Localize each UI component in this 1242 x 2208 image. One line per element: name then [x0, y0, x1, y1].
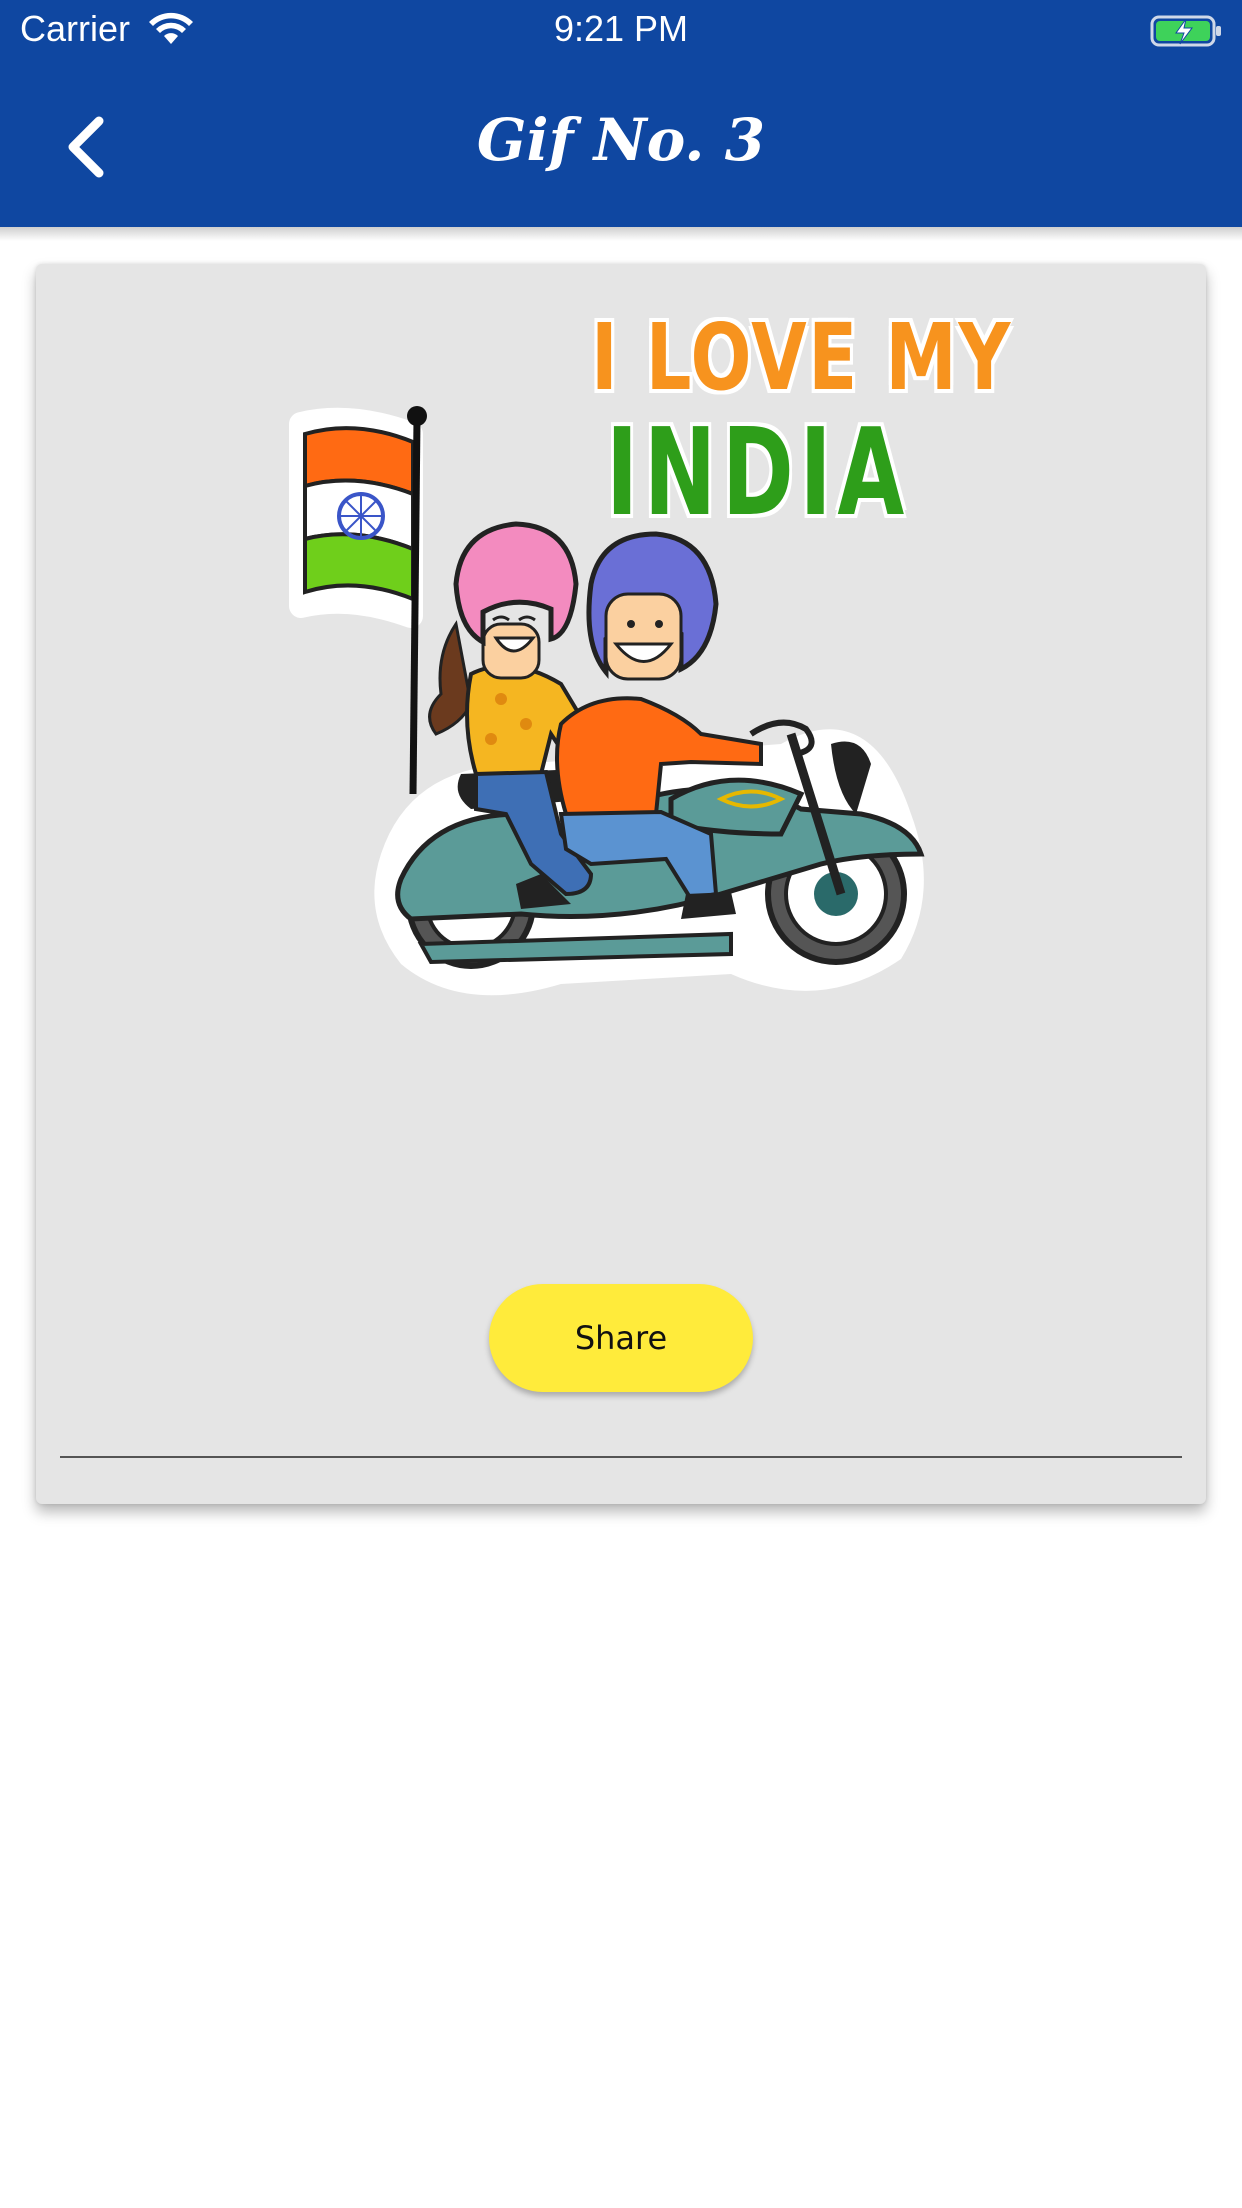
- navigation-row: Gif No. 3: [0, 92, 1242, 202]
- app-bar: Carrier 9:21 PM Gif No. 3: [0, 0, 1242, 227]
- battery-charging-icon: [1150, 15, 1221, 47]
- status-bar: Carrier 9:21 PM: [0, 0, 1242, 62]
- page-title: Gif No. 3: [476, 106, 766, 174]
- card-divider: [60, 1456, 1182, 1458]
- app-bar-shadow: [0, 227, 1242, 241]
- status-time: 9:21 PM: [553, 8, 689, 49]
- flag-icon: [289, 406, 427, 795]
- screen: Carrier 9:21 PM Gif No. 3 I LOVE MY INDI…: [0, 0, 1242, 2208]
- gif-image: [289, 406, 925, 996]
- share-button[interactable]: Share: [489, 1284, 753, 1392]
- gif-card: I LOVE MY INDIA Share: [36, 264, 1206, 1504]
